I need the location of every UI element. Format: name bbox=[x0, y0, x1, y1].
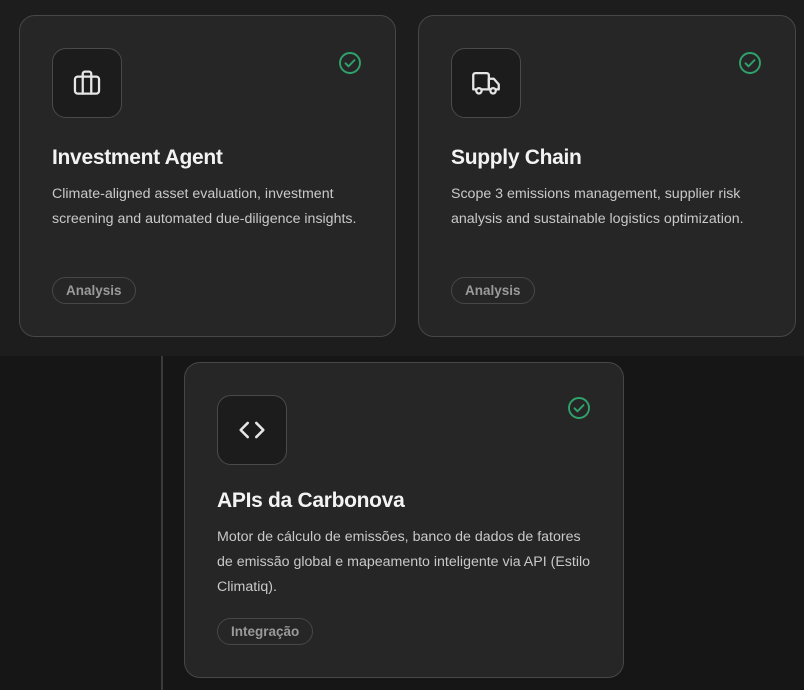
card-icon-box bbox=[217, 395, 287, 465]
card-supply-chain[interactable]: Supply Chain Scope 3 emissions managemen… bbox=[418, 15, 796, 337]
card-icon-box bbox=[52, 48, 122, 118]
category-tag: Analysis bbox=[52, 277, 136, 304]
card-title: APIs da Carbonova bbox=[217, 489, 405, 512]
card-title: Investment Agent bbox=[52, 146, 223, 169]
check-circle-icon bbox=[339, 52, 361, 74]
card-description: Scope 3 emissions management, supplier r… bbox=[451, 186, 744, 227]
code-icon bbox=[239, 421, 265, 439]
card-title: Supply Chain bbox=[451, 146, 582, 169]
card-icon-box bbox=[451, 48, 521, 118]
card-apis-carbonova[interactable]: APIs da Carbonova Motor de cálculo de em… bbox=[184, 362, 624, 678]
card-description: Climate-aligned asset evaluation, invest… bbox=[52, 186, 357, 227]
vertical-divider bbox=[161, 356, 163, 690]
briefcase-icon bbox=[73, 70, 101, 95]
truck-icon bbox=[472, 71, 500, 95]
check-circle-icon bbox=[568, 397, 590, 419]
card-investment-agent[interactable]: Investment Agent Climate-aligned asset e… bbox=[19, 15, 396, 337]
card-description: Motor de cálculo de emissões, banco de d… bbox=[217, 529, 591, 595]
check-circle-icon bbox=[739, 52, 761, 74]
category-tag: Analysis bbox=[451, 277, 535, 304]
category-tag: Integração bbox=[217, 618, 314, 645]
